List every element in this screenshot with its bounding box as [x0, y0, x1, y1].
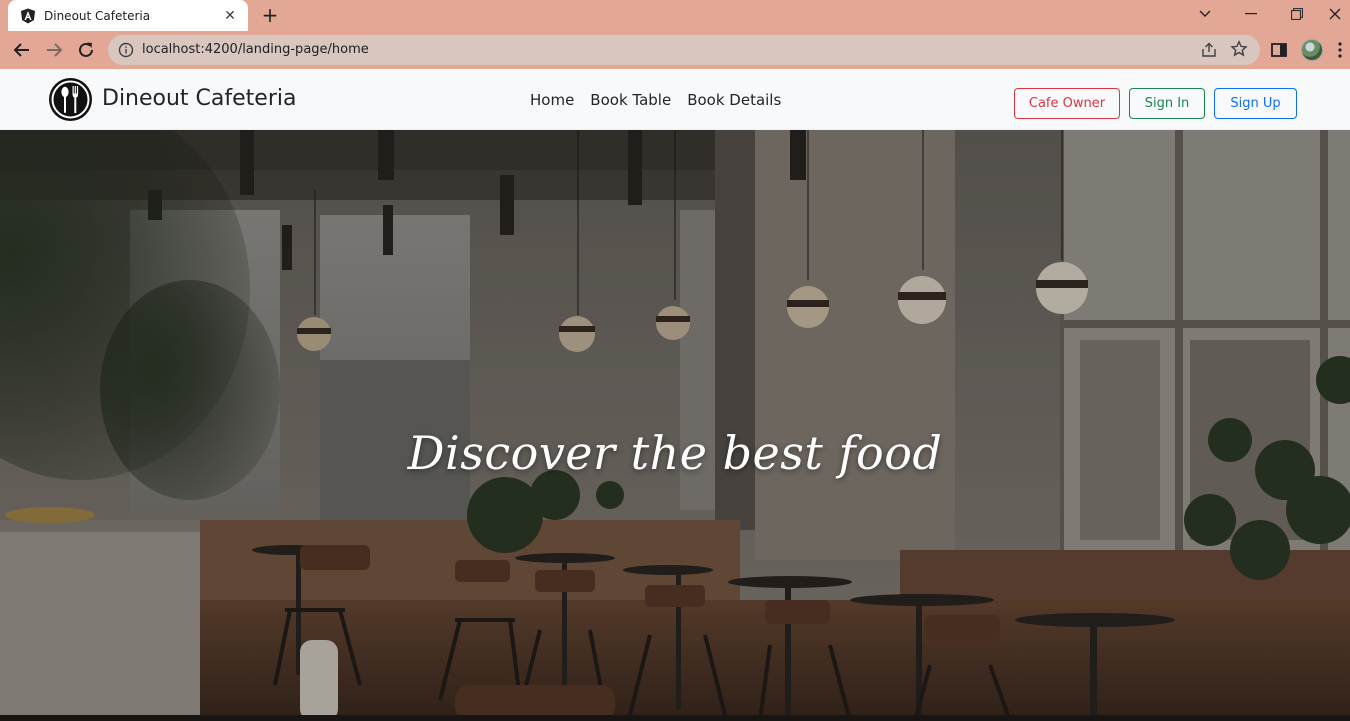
window-close-icon[interactable] [1320, 0, 1350, 28]
browser-tab[interactable]: Dineout Cafeteria ✕ [8, 0, 248, 31]
chevron-down-icon[interactable] [1182, 0, 1228, 28]
hero-headline: Discover the best food [407, 426, 943, 480]
url-text: localhost:4200/landing-page/home [142, 42, 369, 57]
sidebar-icon[interactable] [1269, 40, 1289, 60]
brand-name[interactable]: Dineout Cafeteria [102, 86, 296, 111]
address-bar[interactable]: localhost:4200/landing-page/home [108, 35, 1260, 65]
web-page: Dineout Cafeteria Home Book Table Book D… [0, 69, 1350, 721]
browser-toolbar: localhost:4200/landing-page/home [0, 31, 1350, 69]
nav-links: Home Book Table Book Details [522, 91, 789, 109]
avatar[interactable] [1301, 39, 1323, 61]
cafe-owner-button[interactable]: Cafe Owner [1014, 88, 1120, 119]
forward-icon[interactable] [40, 36, 68, 64]
sign-up-button[interactable]: Sign Up [1214, 88, 1297, 119]
tab-title: Dineout Cafeteria [44, 8, 151, 23]
reload-icon[interactable] [72, 36, 100, 64]
info-icon[interactable] [118, 42, 134, 58]
nav-link-home[interactable]: Home [522, 91, 582, 109]
site-navbar: Dineout Cafeteria Home Book Table Book D… [0, 69, 1350, 130]
nav-link-book-table[interactable]: Book Table [582, 91, 679, 109]
browser-tab-strip: Dineout Cafeteria ✕ + [0, 0, 1350, 31]
angular-icon [21, 8, 35, 23]
restore-icon[interactable] [1274, 0, 1320, 28]
hero-banner: Discover the best food [0, 130, 1350, 721]
share-icon[interactable] [1200, 41, 1218, 59]
star-icon[interactable] [1230, 40, 1248, 58]
dining-logo-icon[interactable] [48, 77, 93, 122]
plus-icon[interactable]: + [258, 3, 282, 27]
menu-icon[interactable] [1334, 40, 1346, 60]
minimize-icon[interactable] [1228, 0, 1274, 28]
close-icon[interactable]: ✕ [222, 8, 238, 24]
sign-in-button[interactable]: Sign In [1129, 88, 1205, 119]
back-icon[interactable] [8, 36, 36, 64]
nav-link-book-details[interactable]: Book Details [679, 91, 789, 109]
